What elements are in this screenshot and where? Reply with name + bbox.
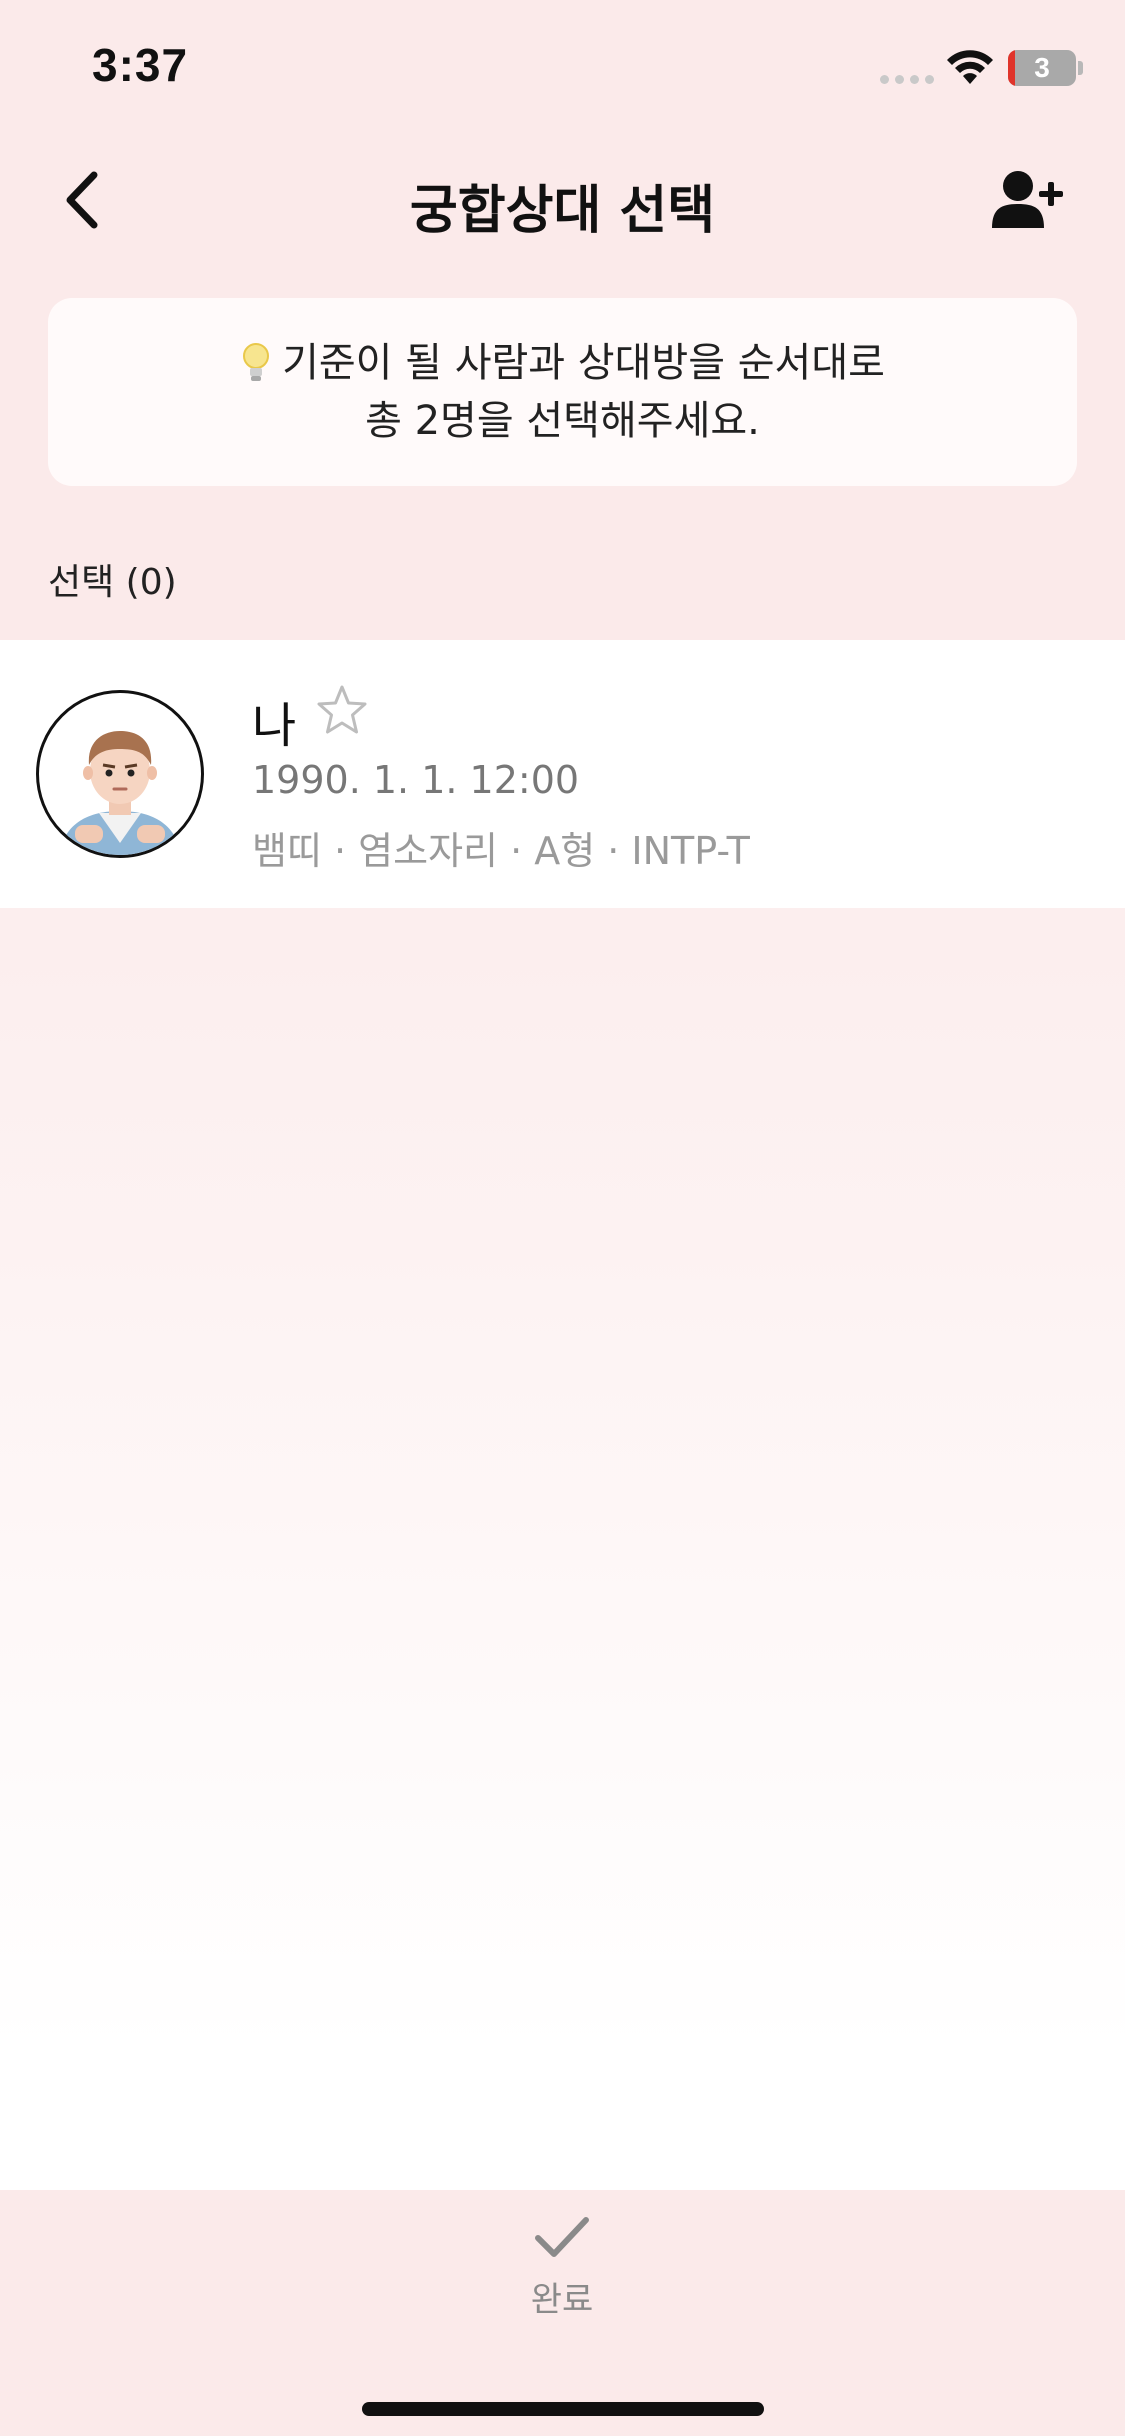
selection-count: 선택 (0): [48, 562, 177, 603]
notice-text-1: 기준이 될 사람과 상대방을 순서대로: [282, 340, 885, 386]
page-title: 궁합상대 선택: [409, 181, 716, 241]
done-label: 완료: [530, 2280, 594, 2320]
notice-line1: 기준이 될 사람과 상대방을 순서대로: [240, 334, 885, 392]
avatar: [36, 690, 204, 858]
signal-dots-icon: [880, 75, 934, 84]
avatar-illustration: [59, 731, 181, 855]
lightbulb-icon: [243, 343, 270, 381]
bottom-bar: 완료: [0, 2190, 1125, 2436]
star-icon[interactable]: [313, 682, 371, 740]
list-item[interactable]: 나 1990. 1. 1. 12:00 뱀띠 · 염소자리 · A형 · INT…: [0, 640, 1125, 908]
header: 궁합상대 선택: [0, 150, 1125, 250]
status-time: 3:37: [92, 39, 189, 91]
notice-text-2: 총 2명을 선택해주세요.: [365, 398, 760, 444]
battery-level: 3: [1034, 52, 1050, 83]
home-indicator: [362, 2402, 764, 2416]
done-button[interactable]: 완료: [462, 2212, 662, 2332]
add-person-icon[interactable]: [990, 168, 1066, 232]
status-bar: 3:37 3: [0, 0, 1125, 140]
profile-name: 나: [252, 698, 297, 754]
notice-card: 기준이 될 사람과 상대방을 순서대로 총 2명을 선택해주세요.: [48, 298, 1077, 486]
battery-cap: [1078, 61, 1083, 75]
wifi-icon: [947, 50, 993, 84]
profile-tags: 뱀띠 · 염소자리 · A형 · INTP-T: [252, 829, 750, 873]
check-icon: [535, 2217, 589, 2257]
profile-birth: 1990. 1. 1. 12:00: [252, 758, 580, 802]
battery-icon: 3: [1008, 50, 1076, 86]
